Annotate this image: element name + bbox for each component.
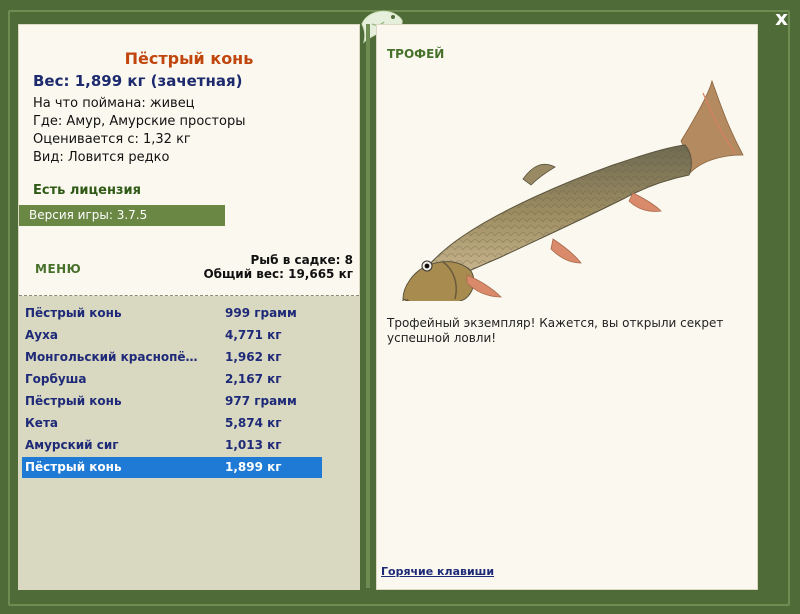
catch-name: Монгольский краснопё… <box>25 350 198 364</box>
hotkeys-link[interactable]: Горячие клавиши <box>381 565 494 578</box>
panel-divider <box>366 24 370 588</box>
total-weight: Общий вес: 19,665 кг <box>203 267 353 281</box>
trophy-title: ТРОФЕЙ <box>387 47 445 61</box>
catch-row[interactable]: Монгольский краснопё… 1,962 кг <box>22 347 322 368</box>
menu-button[interactable]: МЕНЮ <box>35 262 81 276</box>
catch-weight: 4,771 кг <box>225 328 282 342</box>
catch-weight: 5,874 кг <box>225 416 282 430</box>
fish-image <box>402 79 744 301</box>
catch-weight: 999 грамм <box>225 306 297 320</box>
catch-weight: 1,899 кг <box>225 460 282 474</box>
fish-info-panel: Пёстрый конь Вес: 1,899 кг (зачетная) На… <box>18 24 360 590</box>
min-weight: Оценивается с: 1,32 кг <box>33 132 191 147</box>
catch-name: Ауха <box>25 328 58 342</box>
catch-row[interactable]: Амурский сиг 1,013 кг <box>22 435 322 456</box>
fish-weight: Вес: 1,899 кг (зачетная) <box>33 72 243 90</box>
catch-name: Пёстрый конь <box>25 394 122 408</box>
catch-row[interactable]: Кета 5,874 кг <box>22 413 322 434</box>
catch-weight: 977 грамм <box>225 394 297 408</box>
rarity: Вид: Ловится редко <box>33 150 170 165</box>
catch-name: Амурский сиг <box>25 438 119 452</box>
catch-weight: 1,962 кг <box>225 350 282 364</box>
trophy-description: Трофейный экземпляр! Кажется, вы открыли… <box>387 316 724 345</box>
caught-with: На что поймана: живец <box>33 96 195 111</box>
game-version: Версия игры: 3.7.5 <box>19 205 225 226</box>
fish-count: Рыб в садке: 8 <box>250 253 354 267</box>
catch-location: Где: Амур, Амурские просторы <box>33 114 246 129</box>
catch-name: Пёстрый конь <box>25 460 122 474</box>
fish-title: Пёстрый конь <box>124 49 254 68</box>
catch-row[interactable]: Горбуша 2,167 кг <box>22 369 322 390</box>
fish-details: На что поймана: живец Где: Амур, Амурски… <box>33 95 245 167</box>
trophy-panel: ТРОФЕЙ Трофейный экземпляр! Кажется, вы … <box>376 24 758 590</box>
catch-name: Горбуша <box>25 372 87 386</box>
catch-weight: 2,167 кг <box>225 372 282 386</box>
catch-summary: Рыб в садке: 8 Общий вес: 19,665 кг <box>203 253 353 281</box>
catch-row[interactable]: Ауха 4,771 кг <box>22 325 322 346</box>
catch-name: Кета <box>25 416 58 430</box>
catch-name: Пёстрый конь <box>25 306 122 320</box>
license-status: Есть лицензия <box>33 183 141 198</box>
catch-row-selected[interactable]: Пёстрый конь 1,899 кг <box>22 457 322 478</box>
catch-row[interactable]: Пёстрый конь 999 грамм <box>22 303 322 324</box>
catch-weight: 1,013 кг <box>225 438 282 452</box>
catch-list: Пёстрый конь 999 грамм Ауха 4,771 кг Мон… <box>19 296 359 589</box>
catch-row[interactable]: Пёстрый конь 977 грамм <box>22 391 322 412</box>
close-icon[interactable]: x <box>775 6 788 30</box>
